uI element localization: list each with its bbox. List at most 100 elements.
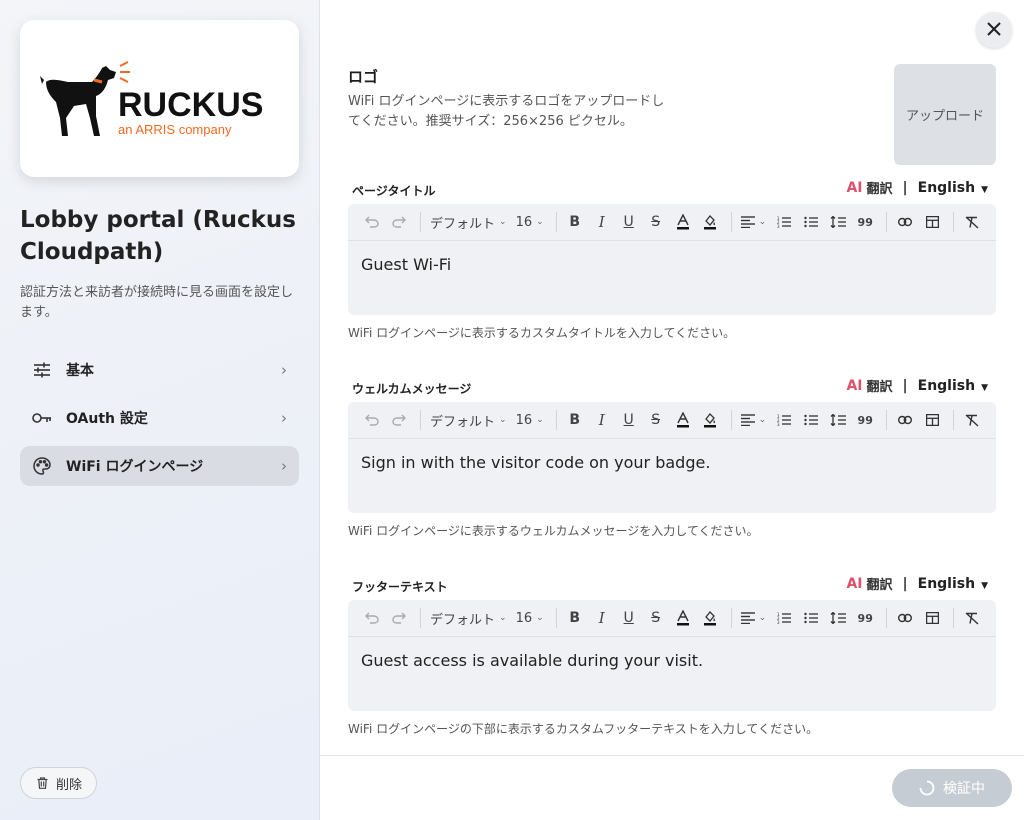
translate-controls: AI 翻訳 | English ▼	[846, 574, 988, 594]
logo-section-description: WiFi ログインページに表示するロゴをアップロードしてください。推奨サイズ：2…	[348, 94, 665, 129]
chevron-down-icon: ⌄	[499, 217, 507, 227]
sidebar-item-oauth[interactable]: OAuth 設定 ›	[20, 398, 299, 438]
clear-format-icon[interactable]	[960, 210, 984, 234]
font-size-select[interactable]: 16 ⌄	[513, 210, 547, 234]
bullet-list-icon[interactable]	[799, 606, 823, 630]
translate-button[interactable]: 翻訳	[866, 178, 892, 197]
ai-badge: AI	[846, 575, 863, 592]
close-button[interactable]	[976, 12, 1012, 48]
ordered-list-icon[interactable]: 123	[772, 210, 796, 234]
language-select[interactable]: English ▼	[918, 378, 988, 394]
undo-icon[interactable]	[360, 606, 384, 630]
delete-label: 削除	[56, 777, 83, 793]
font-family-value: デフォルト	[430, 216, 496, 232]
bold-icon[interactable]: B	[563, 210, 587, 234]
table-icon[interactable]	[920, 408, 944, 432]
language-select[interactable]: English ▼	[918, 576, 988, 592]
verify-button[interactable]: 検証中	[892, 769, 1012, 807]
strikethrough-icon[interactable]: S	[644, 606, 668, 630]
chevron-down-icon: ⌄	[758, 217, 767, 227]
separator: |	[902, 575, 908, 592]
link-icon[interactable]	[893, 408, 917, 432]
link-icon[interactable]	[893, 210, 917, 234]
quote-icon[interactable]: 99	[853, 606, 877, 630]
bold-icon[interactable]: B	[563, 408, 587, 432]
link-icon[interactable]	[893, 606, 917, 630]
text-color-icon[interactable]	[671, 606, 695, 630]
sidebar-nav: 基本 › OAuth 設定 › WiFi ログインページ ›	[20, 350, 299, 494]
redo-icon[interactable]	[387, 408, 411, 432]
align-select[interactable]: ⌄	[738, 210, 770, 234]
text-color-icon[interactable]	[671, 408, 695, 432]
svg-text:3: 3	[777, 224, 780, 228]
bold-icon[interactable]: B	[563, 606, 587, 630]
font-family-value: デフォルト	[430, 612, 496, 628]
main-panel: ロゴ WiFi ログインページに表示するロゴをアップロードしてください。推奨サイ…	[320, 0, 1024, 820]
translate-button[interactable]: 翻訳	[866, 574, 892, 593]
upload-button[interactable]: アップロード	[894, 64, 996, 165]
line-height-icon[interactable]	[826, 606, 850, 630]
bullet-list-icon[interactable]	[799, 408, 823, 432]
ordered-list-icon[interactable]: 123	[772, 408, 796, 432]
brand-tagline: an ARRIS company	[118, 122, 232, 137]
sidebar-item-wifi-login-page[interactable]: WiFi ログインページ ›	[20, 446, 299, 486]
editor-content[interactable]: Guest Wi-Fi	[348, 241, 996, 288]
spinner-icon	[919, 780, 935, 796]
font-family-select[interactable]: デフォルト ⌄	[427, 606, 510, 630]
ai-badge: AI	[846, 377, 863, 394]
svg-text:3: 3	[777, 620, 780, 624]
chevron-down-icon: ⌄	[499, 613, 507, 623]
close-icon	[987, 21, 1001, 40]
rich-text-editor: デフォルト ⌄ 16 ⌄ B I U S ⌄ 123 99	[348, 402, 996, 513]
font-family-select[interactable]: デフォルト ⌄	[427, 408, 510, 432]
strikethrough-icon[interactable]: S	[644, 210, 668, 234]
bullet-list-icon[interactable]	[799, 210, 823, 234]
highlight-color-icon[interactable]	[698, 210, 722, 234]
undo-icon[interactable]	[360, 210, 384, 234]
align-select[interactable]: ⌄	[738, 606, 770, 630]
highlight-color-icon[interactable]	[698, 606, 722, 630]
sidebar: RUCKUS an ARRIS company Lobby portal (Ru…	[0, 0, 320, 820]
line-height-icon[interactable]	[826, 210, 850, 234]
underline-icon[interactable]: U	[617, 606, 641, 630]
italic-icon[interactable]: I	[590, 210, 614, 234]
redo-icon[interactable]	[387, 606, 411, 630]
editor-content[interactable]: Guest access is available during your vi…	[348, 637, 996, 684]
sidebar-item-basic[interactable]: 基本 ›	[20, 350, 299, 390]
highlight-color-icon[interactable]	[698, 408, 722, 432]
italic-icon[interactable]: I	[590, 606, 614, 630]
clear-format-icon[interactable]	[960, 408, 984, 432]
quote-icon[interactable]: 99	[853, 210, 877, 234]
language-select[interactable]: English ▼	[918, 180, 988, 196]
quote-icon[interactable]: 99	[853, 408, 877, 432]
underline-icon[interactable]: U	[617, 408, 641, 432]
font-size-value: 16	[515, 214, 533, 230]
sidebar-item-label: OAuth 設定	[66, 411, 148, 427]
undo-icon[interactable]	[360, 408, 384, 432]
font-size-select[interactable]: 16 ⌄	[513, 408, 547, 432]
ordered-list-icon[interactable]: 123	[772, 606, 796, 630]
strikethrough-icon[interactable]: S	[644, 408, 668, 432]
italic-icon[interactable]: I	[590, 408, 614, 432]
text-color-icon[interactable]	[671, 210, 695, 234]
key-icon	[32, 408, 52, 428]
caret-down-icon: ▼	[981, 382, 988, 393]
font-size-value: 16	[515, 610, 533, 626]
table-icon[interactable]	[920, 606, 944, 630]
line-height-icon[interactable]	[826, 408, 850, 432]
font-size-select[interactable]: 16 ⌄	[513, 606, 547, 630]
align-select[interactable]: ⌄	[738, 408, 770, 432]
field-hint: WiFi ログインページに表示するウェルカムメッセージを入力してください。	[348, 524, 759, 538]
font-size-value: 16	[515, 412, 533, 428]
editor-content[interactable]: Sign in with the visitor code on your ba…	[348, 439, 996, 486]
font-family-select[interactable]: デフォルト ⌄	[427, 210, 510, 234]
underline-icon[interactable]: U	[617, 210, 641, 234]
dog-icon	[40, 66, 116, 136]
delete-button[interactable]: 削除	[20, 767, 98, 799]
chevron-down-icon: ⌄	[536, 613, 544, 623]
clear-format-icon[interactable]	[960, 606, 984, 630]
translate-button[interactable]: 翻訳	[866, 376, 892, 395]
palette-icon	[32, 456, 52, 476]
table-icon[interactable]	[920, 210, 944, 234]
redo-icon[interactable]	[387, 210, 411, 234]
